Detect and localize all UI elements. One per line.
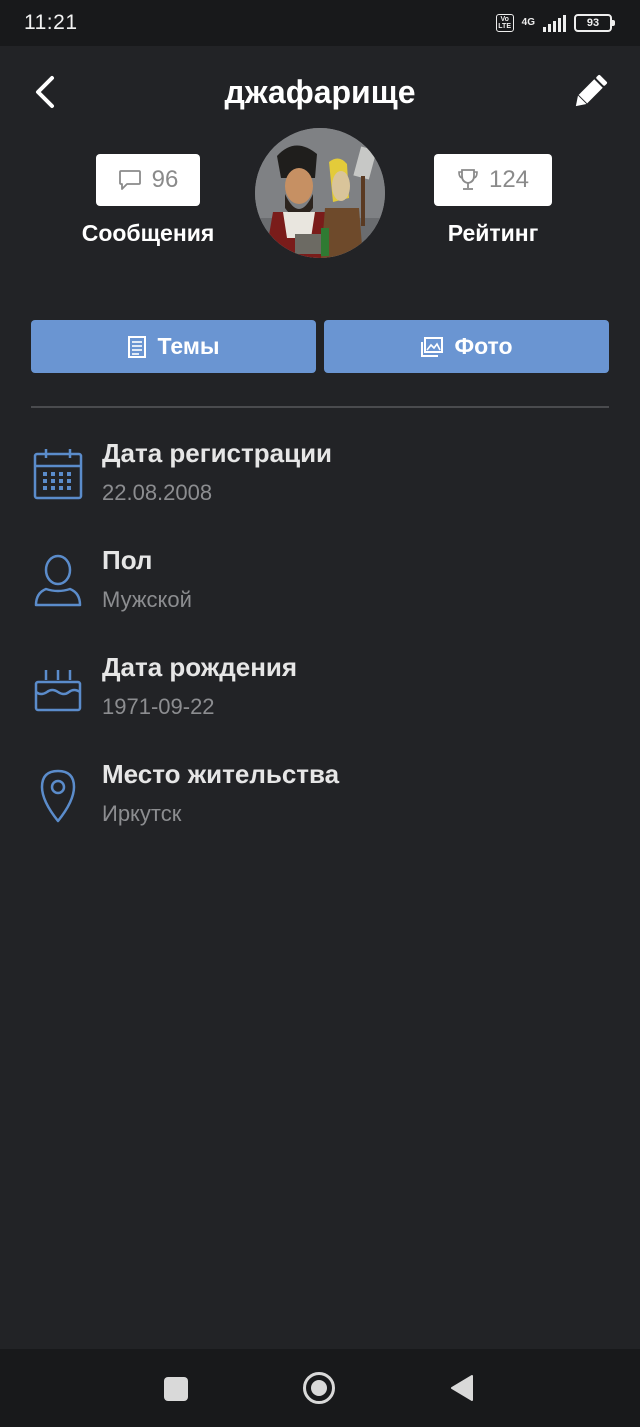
- topics-label: Темы: [157, 333, 220, 359]
- pencil-icon: [575, 74, 608, 107]
- profile-tabs: Темы Фото: [31, 320, 609, 373]
- avatar-image: [255, 128, 385, 258]
- triangle-back-icon: [451, 1375, 473, 1401]
- messages-stat[interactable]: 96 Сообщения: [80, 154, 216, 247]
- status-icons: Vo LTE 4G 93: [495, 14, 615, 32]
- rating-label: Рейтинг: [447, 220, 539, 246]
- document-icon: [128, 335, 147, 358]
- list-item: Пол Мужской: [0, 537, 640, 644]
- photos-button[interactable]: Фото: [324, 320, 609, 373]
- birthday-cake-icon: [34, 670, 82, 712]
- trophy-icon: [458, 169, 478, 190]
- info-label: Место жительства: [102, 759, 340, 789]
- page-title: джафарище: [224, 74, 416, 110]
- status-bar: 11:21 Vo LTE 4G 93: [0, 0, 640, 46]
- photo-gallery-icon: [421, 336, 444, 357]
- info-label: Дата рождения: [102, 652, 298, 682]
- info-label: Дата регистрации: [102, 438, 333, 468]
- messages-count: 96: [151, 166, 179, 193]
- topics-button[interactable]: Темы: [31, 320, 316, 373]
- divider: [31, 406, 609, 408]
- square-icon: [164, 1377, 188, 1401]
- back-nav-button[interactable]: [450, 1374, 474, 1407]
- system-nav-bar: [0, 1349, 640, 1427]
- info-value: Мужской: [102, 587, 192, 612]
- network-type: 4G: [521, 17, 535, 28]
- battery-icon: 93: [574, 14, 615, 32]
- messages-count-badge[interactable]: 96: [96, 154, 200, 206]
- photos-label: Фото: [454, 333, 513, 359]
- list-item: Дата регистрации 22.08.2008: [0, 430, 640, 537]
- list-item: Место жительства Иркутск: [0, 751, 640, 858]
- rating-count: 124: [488, 166, 530, 193]
- recents-button[interactable]: [163, 1376, 189, 1407]
- app-header: джафарище: [0, 60, 640, 124]
- signal-icon: [543, 14, 566, 32]
- avatar[interactable]: [255, 128, 385, 258]
- info-value: 1971-09-22: [102, 694, 215, 719]
- rating-count-badge[interactable]: 124: [434, 154, 552, 206]
- home-circle-icon: [303, 1372, 335, 1404]
- edit-button[interactable]: [570, 72, 610, 112]
- person-icon: [34, 554, 82, 607]
- rating-stat[interactable]: 124 Рейтинг: [430, 154, 556, 247]
- profile-info-list: Дата регистрации 22.08.2008 Пол Мужской …: [0, 430, 640, 858]
- home-button[interactable]: [302, 1371, 336, 1410]
- volte-icon: Vo LTE: [495, 14, 514, 32]
- calendar-icon: [33, 449, 83, 500]
- list-item: Дата рождения 1971-09-22: [0, 644, 640, 751]
- chat-bubble-icon: [118, 170, 141, 190]
- info-label: Пол: [102, 545, 153, 575]
- info-value: 22.08.2008: [102, 480, 213, 505]
- info-value: Иркутск: [102, 801, 182, 826]
- profile-header: 96 Сообщения 124 Рейтинг: [0, 128, 640, 268]
- status-time: 11:21: [24, 11, 78, 34]
- location-pin-icon: [40, 769, 76, 823]
- messages-label: Сообщения: [81, 220, 215, 246]
